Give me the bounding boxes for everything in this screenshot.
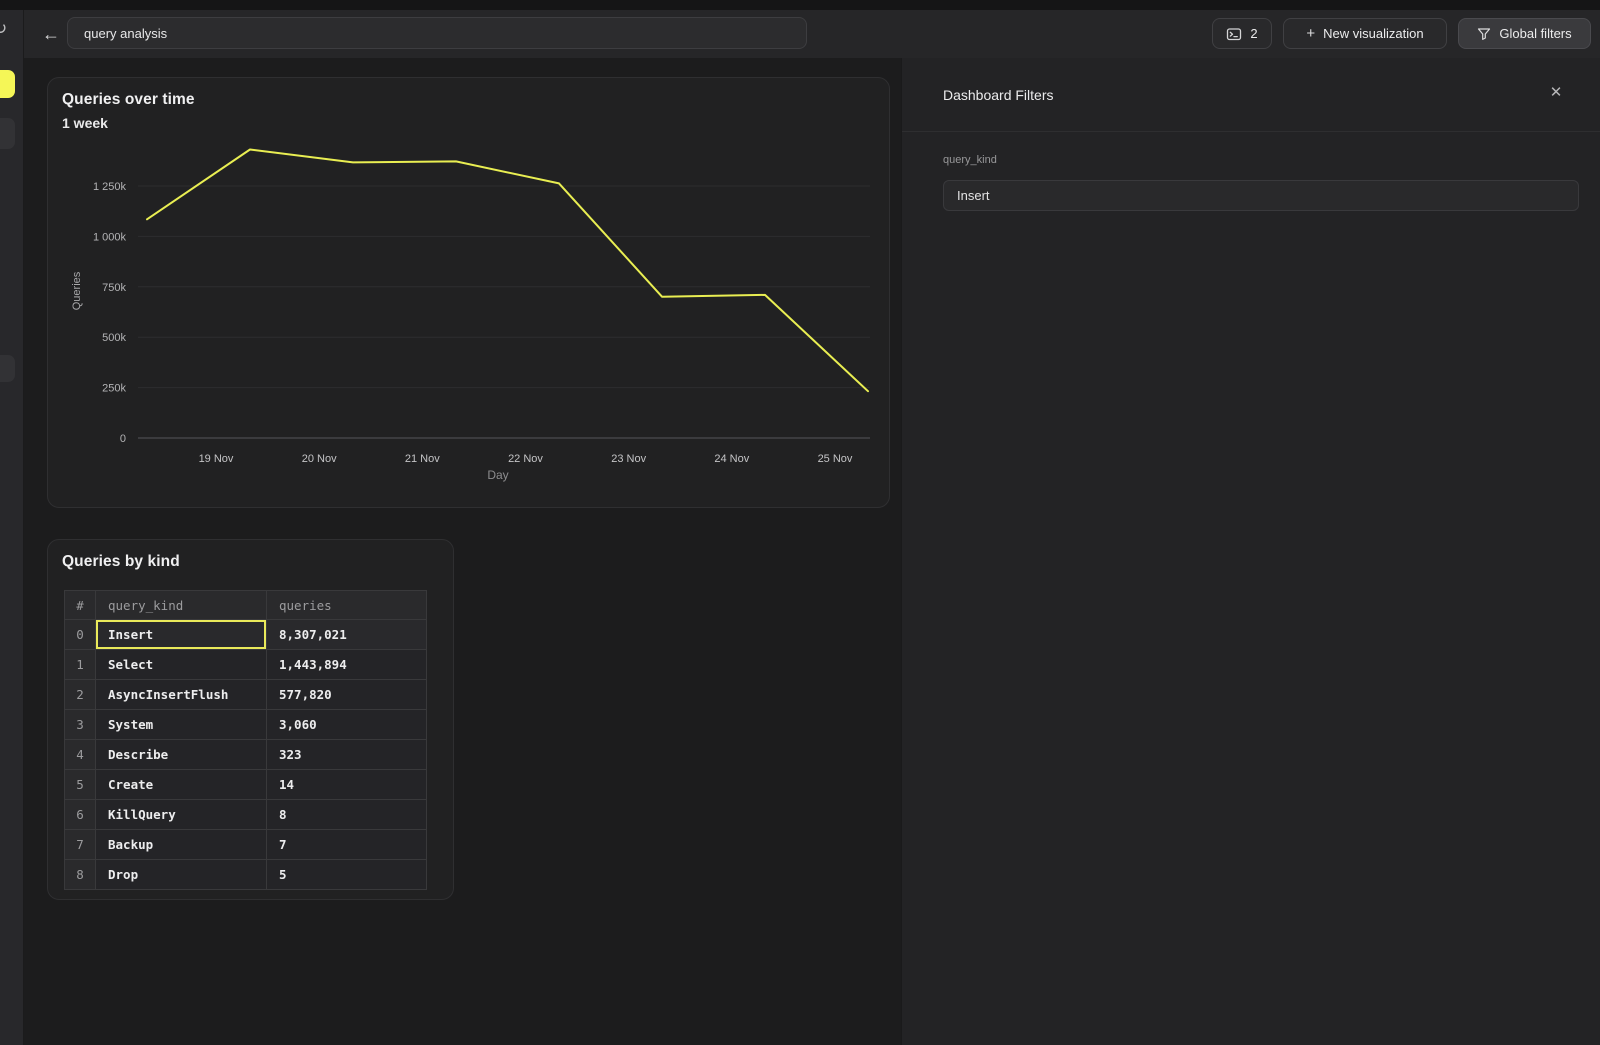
- svg-text:23 Nov: 23 Nov: [611, 453, 646, 465]
- table-row: 6KillQuery8: [65, 800, 427, 830]
- query-kind-cell[interactable]: Insert: [96, 620, 267, 650]
- queries-value-cell[interactable]: 1,443,894: [267, 650, 427, 680]
- dashboard-filters-panel: Dashboard Filters ✕ query_kind Insert: [901, 58, 1600, 1045]
- query-kind-cell[interactable]: KillQuery: [96, 800, 267, 830]
- row-index-cell: 8: [65, 860, 96, 890]
- svg-text:500k: 500k: [102, 332, 126, 344]
- query-kind-cell[interactable]: Create: [96, 770, 267, 800]
- table-row: 4Describe323: [65, 740, 427, 770]
- svg-text:24 Nov: 24 Nov: [714, 453, 749, 465]
- row-index-cell: 6: [65, 800, 96, 830]
- global-filters-label: Global filters: [1499, 26, 1571, 41]
- query-kind-cell[interactable]: Select: [96, 650, 267, 680]
- queries-value-cell[interactable]: 323: [267, 740, 427, 770]
- svg-text:Day: Day: [487, 468, 508, 482]
- table-row: 0Insert8,307,021: [65, 620, 427, 650]
- row-index-cell: 3: [65, 710, 96, 740]
- table-row: 7Backup7: [65, 830, 427, 860]
- refresh-icon[interactable]: ↻: [0, 19, 7, 39]
- svg-text:20 Nov: 20 Nov: [302, 453, 337, 465]
- back-arrow-icon[interactable]: ←: [38, 21, 64, 47]
- svg-text:1 250k: 1 250k: [93, 181, 127, 193]
- svg-text:Queries: Queries: [71, 271, 83, 310]
- funnel-icon: [1477, 27, 1491, 41]
- query-kind-cell[interactable]: Backup: [96, 830, 267, 860]
- queries-by-kind-table: # query_kind queries 0Insert8,307,0211Se…: [64, 590, 427, 890]
- svg-text:250k: 250k: [102, 383, 126, 395]
- queries-over-time-chart[interactable]: 0 250k 500k 750k 1 000k 1 250k 19 Nov 20 Nov 21 …: [48, 78, 891, 509]
- queries-value-cell[interactable]: 3,060: [267, 710, 427, 740]
- row-index-cell: 5: [65, 770, 96, 800]
- query-kind-cell[interactable]: System: [96, 710, 267, 740]
- svg-text:22 Nov: 22 Nov: [508, 453, 543, 465]
- queries-value-cell[interactable]: 5: [267, 860, 427, 890]
- top-bar: ← 2 + New visualization Global filters: [24, 10, 1600, 58]
- svg-text:750k: 750k: [102, 282, 126, 294]
- queries-value-cell[interactable]: 14: [267, 770, 427, 800]
- global-filters-button[interactable]: Global filters: [1458, 18, 1591, 49]
- svg-text:19 Nov: 19 Nov: [199, 453, 234, 465]
- sidebar-item[interactable]: [0, 355, 15, 382]
- chart-subtitle: 1 week: [62, 115, 108, 131]
- queries-value-cell[interactable]: 8: [267, 800, 427, 830]
- queries-by-kind-card: Queries by kind # query_kind queries 0In…: [47, 539, 454, 900]
- console-queries-button[interactable]: 2: [1212, 18, 1272, 49]
- chart-title: Queries over time: [62, 91, 195, 109]
- svg-text:0: 0: [120, 433, 126, 445]
- query-kind-cell[interactable]: Describe: [96, 740, 267, 770]
- table-row: 5Create14: [65, 770, 427, 800]
- left-sidebar: ↻: [0, 10, 24, 1045]
- query-kind-cell[interactable]: AsyncInsertFlush: [96, 680, 267, 710]
- table-title: Queries by kind: [62, 553, 180, 571]
- plus-icon: +: [1306, 26, 1315, 41]
- panel-divider: [902, 131, 1600, 132]
- row-index-cell: 0: [65, 620, 96, 650]
- svg-text:21 Nov: 21 Nov: [405, 453, 440, 465]
- dashboard-app: ↻ ← 2 + New visualization Global filters: [0, 0, 1600, 1045]
- table-header-row: # query_kind queries: [65, 591, 427, 620]
- row-index-cell: 2: [65, 680, 96, 710]
- row-index-cell: 1: [65, 650, 96, 680]
- window-top-strip: [0, 0, 1600, 10]
- queries-over-time-card: 0 250k 500k 750k 1 000k 1 250k 19 Nov 20 Nov 21 …: [47, 77, 890, 508]
- row-index-cell: 7: [65, 830, 96, 860]
- svg-text:1 000k: 1 000k: [93, 231, 127, 243]
- sidebar-item[interactable]: [0, 118, 15, 149]
- filters-panel-title: Dashboard Filters: [943, 87, 1054, 103]
- queries-value-cell[interactable]: 7: [267, 830, 427, 860]
- table-row: 8Drop5: [65, 860, 427, 890]
- new-visualization-button[interactable]: + New visualization: [1283, 18, 1447, 49]
- table-row: 1Select1,443,894: [65, 650, 427, 680]
- table-row: 3System3,060: [65, 710, 427, 740]
- svg-text:25 Nov: 25 Nov: [818, 453, 853, 465]
- column-header-index: #: [65, 591, 96, 620]
- new-visualization-label: New visualization: [1323, 26, 1423, 41]
- queries-value-cell[interactable]: 8,307,021: [267, 620, 427, 650]
- column-header-query-kind: query_kind: [96, 591, 267, 620]
- filter-field-label: query_kind: [943, 154, 997, 166]
- sidebar-item-active[interactable]: [0, 70, 15, 98]
- console-count: 2: [1250, 26, 1257, 41]
- console-icon: [1226, 26, 1242, 42]
- close-icon[interactable]: ✕: [1545, 82, 1567, 104]
- row-index-cell: 4: [65, 740, 96, 770]
- dashboard-title-input[interactable]: [67, 17, 807, 49]
- query-kind-filter-input[interactable]: Insert: [943, 180, 1579, 211]
- query-kind-cell[interactable]: Drop: [96, 860, 267, 890]
- queries-value-cell[interactable]: 577,820: [267, 680, 427, 710]
- table-row: 2AsyncInsertFlush577,820: [65, 680, 427, 710]
- column-header-queries: queries: [267, 591, 427, 620]
